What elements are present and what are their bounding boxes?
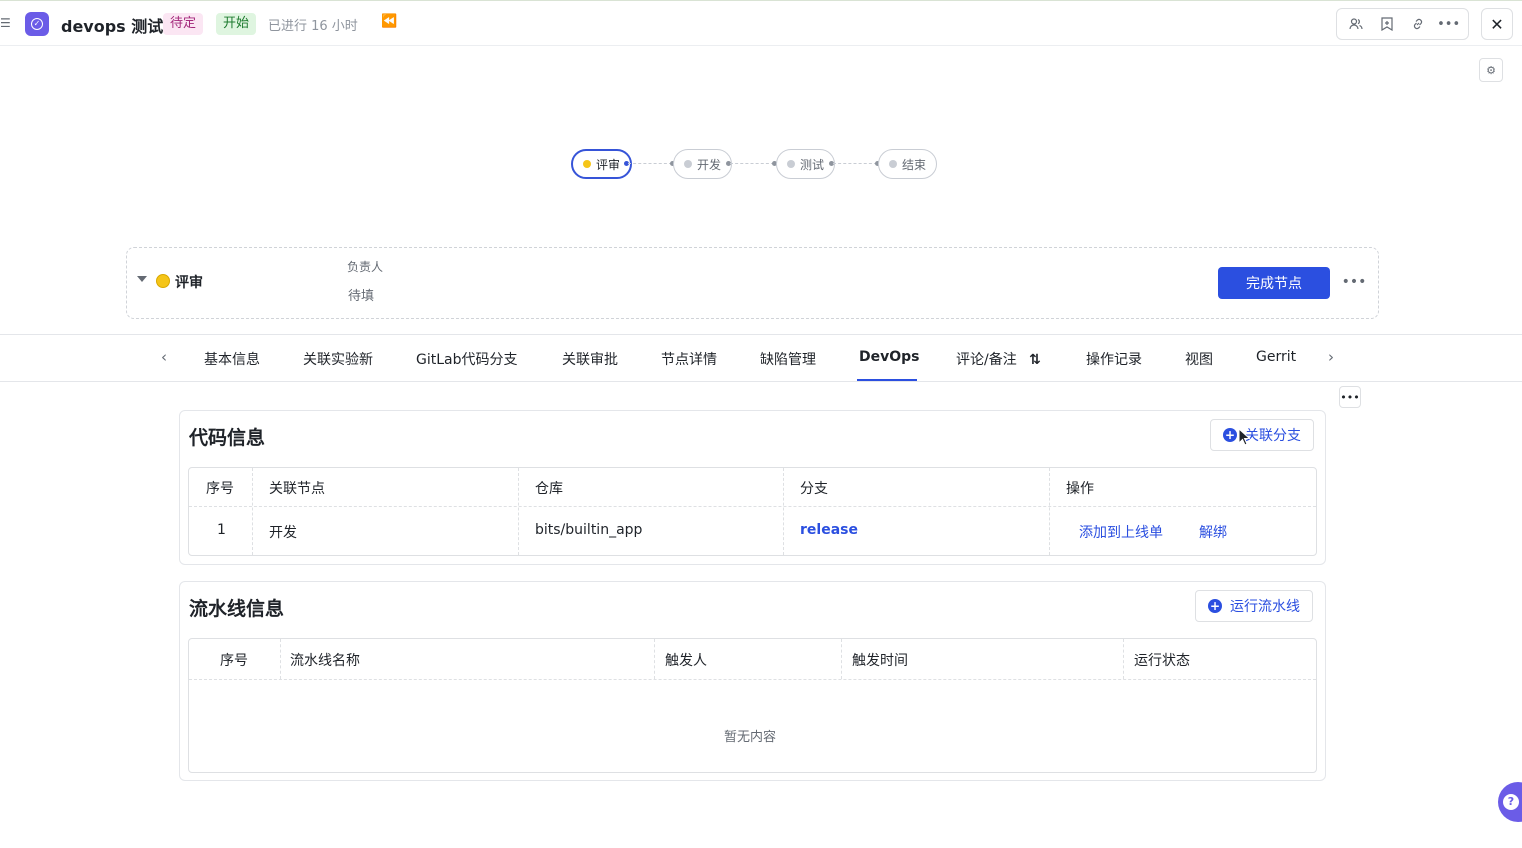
app-logo-icon: ✓	[25, 12, 49, 36]
tab-defect-management[interactable]: 缺陷管理	[760, 349, 816, 369]
status-badge[interactable]: 待定	[163, 13, 204, 35]
workflow-node-label: 开发	[697, 157, 722, 172]
collapse-sidebar-icon[interactable]: ☰	[0, 16, 12, 30]
workflow-node-test[interactable]: 测试	[776, 149, 836, 179]
table-row-divider	[189, 679, 1316, 680]
column-header-index: 序号	[220, 653, 248, 669]
node-status-dot	[889, 160, 897, 168]
node-status-dot	[787, 160, 795, 168]
members-icon[interactable]	[1344, 12, 1368, 36]
close-icon[interactable]: ✕	[1481, 8, 1513, 40]
link-branch-button[interactable]: + 关联分支	[1210, 419, 1314, 451]
collapse-caret-icon[interactable]	[137, 276, 147, 282]
plus-circle-icon: +	[1223, 428, 1237, 442]
workflow-node-label: 测试	[800, 157, 825, 172]
elapsed-time: 已进行 16 小时	[268, 19, 358, 34]
table-cell-index: 1	[217, 522, 226, 538]
mouse-cursor-icon	[1238, 428, 1250, 446]
page-title: devops 测试	[61, 17, 164, 36]
column-header-pipeline-name: 流水线名称	[290, 653, 360, 669]
help-icon[interactable]: ?	[1498, 782, 1522, 822]
workflow-connector	[833, 163, 877, 164]
column-header-node: 关联节点	[269, 481, 325, 497]
workflow-node-label: 评审	[596, 157, 621, 172]
stage-badge[interactable]: 开始	[216, 13, 257, 35]
column-header-index: 序号	[206, 481, 234, 497]
workflow-node-develop[interactable]: 开发	[673, 149, 733, 179]
column-header-run-status: 运行状态	[1134, 653, 1190, 669]
tab-comments-label: 评论/备注	[956, 352, 1017, 368]
node-status-dot	[684, 160, 692, 168]
branch-link[interactable]: release	[800, 522, 858, 538]
sort-icon[interactable]: ⇅	[1029, 352, 1041, 368]
unbind-link[interactable]: 解绑	[1199, 522, 1227, 542]
node-status-dot	[583, 160, 591, 168]
view-settings-icon[interactable]: ⚙	[1479, 58, 1503, 82]
table-col-divider	[252, 468, 253, 555]
column-header-repo: 仓库	[535, 481, 563, 497]
run-pipeline-button[interactable]: + 运行流水线	[1195, 590, 1313, 622]
tab-comments[interactable]: 评论/备注 ⇅	[956, 349, 1041, 369]
plus-circle-icon: +	[1208, 599, 1222, 613]
table-col-divider	[518, 468, 519, 555]
link-icon[interactable]	[1406, 12, 1430, 36]
owner-field[interactable]: 待填	[348, 285, 374, 304]
workflow-node-end[interactable]: 结束	[878, 149, 938, 179]
tab-scroll-right-icon[interactable]: ›	[1328, 348, 1334, 366]
active-tab-indicator	[857, 379, 917, 381]
table-col-divider	[654, 639, 655, 679]
column-header-trigger-user: 触发人	[665, 653, 707, 669]
more-icon[interactable]: •••	[1437, 12, 1461, 36]
tab-operation-log[interactable]: 操作记录	[1086, 349, 1142, 369]
node-more-icon[interactable]: •••	[1342, 272, 1367, 292]
header-bar: ☰ ✓ devops 测试 待定 开始 已进行 16 小时 ⏪ ••• ✕	[0, 0, 1522, 46]
tab-devops[interactable]: DevOps	[859, 349, 920, 365]
workflow-node-label: 结束	[902, 157, 927, 172]
column-header-trigger-time: 触发时间	[852, 653, 908, 669]
table-col-divider	[280, 639, 281, 679]
table-col-divider	[1123, 639, 1124, 679]
tab-related-approval[interactable]: 关联审批	[562, 349, 618, 369]
table-col-divider	[841, 639, 842, 679]
link-branch-label: 关联分支	[1245, 428, 1301, 444]
column-header-actions: 操作	[1066, 481, 1094, 497]
bookmark-icon[interactable]	[1375, 12, 1399, 36]
tab-scroll-left-icon[interactable]: ‹	[161, 348, 167, 366]
pipeline-info-title: 流水线信息	[189, 598, 285, 620]
code-table	[188, 467, 1317, 556]
workflow-connector	[730, 163, 774, 164]
table-col-divider	[783, 468, 784, 555]
code-info-title: 代码信息	[189, 427, 266, 449]
node-detail-card	[126, 247, 1379, 319]
empty-state-text: 暂无内容	[724, 730, 777, 745]
column-header-branch: 分支	[800, 481, 828, 497]
add-to-release-link[interactable]: 添加到上线单	[1079, 522, 1163, 542]
tab-basic-info[interactable]: 基本信息	[204, 349, 260, 369]
workflow-node-review[interactable]: 评审	[571, 149, 633, 179]
tab-node-details[interactable]: 节点详情	[661, 349, 717, 369]
table-cell-node: 开发	[269, 525, 297, 541]
tab-related-experiment[interactable]: 关联实验新	[303, 349, 373, 369]
tab-view[interactable]: 视图	[1185, 349, 1213, 369]
owner-label: 负责人	[347, 260, 384, 274]
pin-icon[interactable]: ⏪	[381, 14, 397, 29]
table-row-divider	[189, 506, 1316, 507]
header-toolbar: •••	[1336, 8, 1469, 40]
run-pipeline-label: 运行流水线	[1230, 599, 1300, 615]
table-cell-repo: bits/builtin_app	[535, 522, 643, 538]
tab-gerrit[interactable]: Gerrit	[1256, 349, 1296, 365]
workflow-connector	[628, 163, 672, 164]
tab-gitlab-branch[interactable]: GitLab代码分支	[416, 349, 518, 369]
section-more-icon[interactable]: •••	[1339, 386, 1361, 408]
table-col-divider	[1049, 468, 1050, 555]
complete-node-button[interactable]: 完成节点	[1218, 267, 1330, 299]
node-name: 评审	[175, 275, 203, 291]
node-status-dot	[156, 274, 170, 288]
